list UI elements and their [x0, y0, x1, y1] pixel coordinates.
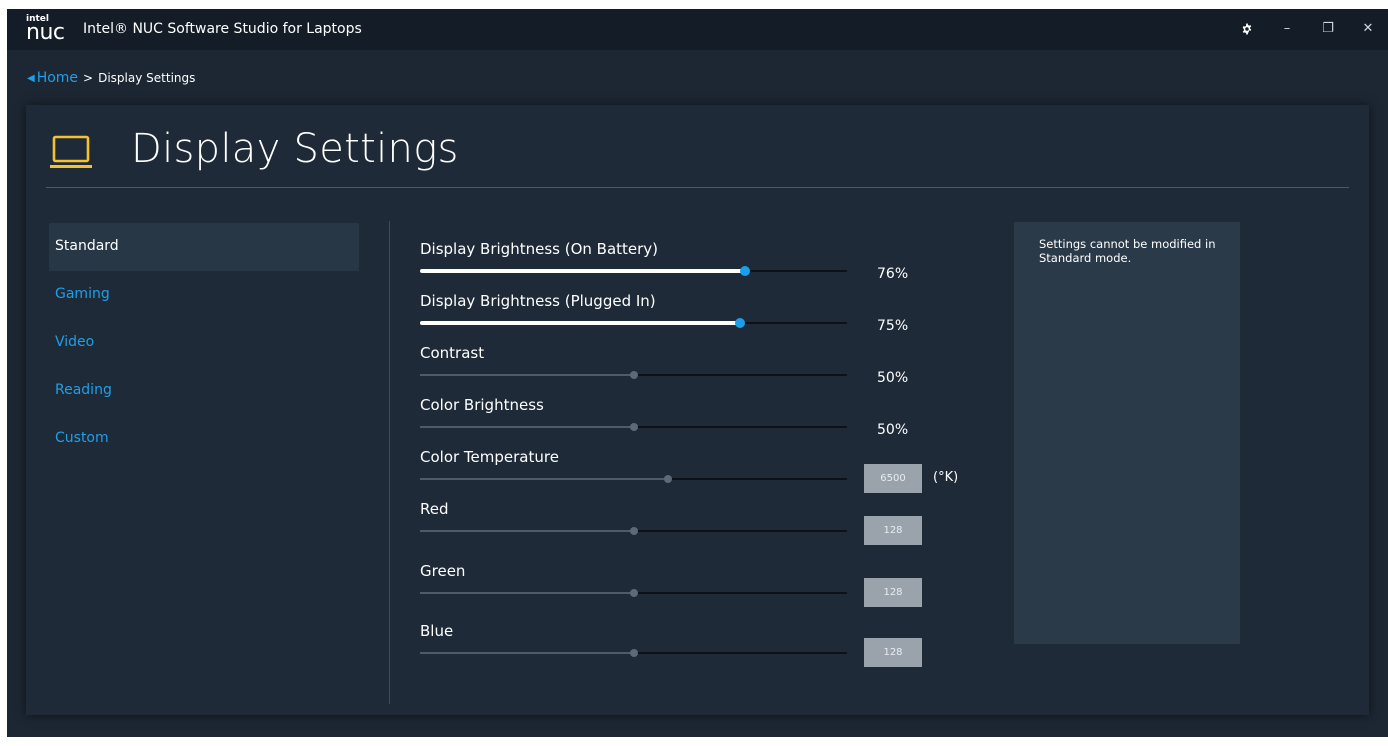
mode-item-gaming[interactable]: Gaming	[49, 271, 359, 319]
intel-nuc-logo: intel nuc	[26, 13, 72, 47]
breadcrumb-current: Display Settings	[98, 71, 196, 85]
red-slider	[420, 527, 847, 535]
display-brightness-plugged-in-slider[interactable]	[420, 318, 847, 328]
mode-item-reading[interactable]: Reading	[49, 367, 359, 415]
display-brightness-on-battery-slider-fill	[420, 269, 745, 273]
app-title: Intel® NUC Software Studio for Laptops	[83, 21, 362, 37]
mode-item-video[interactable]: Video	[49, 319, 359, 367]
green-slider	[420, 589, 847, 597]
green-value-box: 128	[864, 578, 922, 607]
logo-nuc-text: nuc	[26, 20, 65, 45]
display-brightness-plugged-in-label: Display Brightness (Plugged In)	[420, 292, 656, 310]
display-brightness-on-battery-value: 76%	[877, 266, 909, 282]
blue-slider-thumb	[630, 649, 638, 657]
minimize-button[interactable]: –	[1274, 17, 1300, 41]
color-temperature-slider-thumb	[664, 475, 672, 483]
contrast-slider	[420, 371, 847, 379]
mode-item-standard[interactable]: Standard	[49, 223, 359, 271]
display-brightness-on-battery-label: Display Brightness (On Battery)	[420, 240, 659, 258]
title-divider	[46, 187, 1349, 188]
restore-button[interactable]: ❐	[1315, 17, 1341, 41]
mode-item-custom[interactable]: Custom	[49, 415, 359, 463]
gear-icon	[1242, 23, 1252, 35]
color-brightness-slider-fill	[420, 426, 634, 428]
close-button[interactable]: ✕	[1355, 17, 1381, 41]
color-temperature-slider	[420, 475, 847, 483]
color-temperature-slider-fill	[420, 478, 668, 480]
red-value-box: 128	[864, 516, 922, 545]
info-box: Settings cannot be modified in Standard …	[1014, 222, 1240, 644]
color-temperature-label: Color Temperature	[420, 448, 559, 466]
breadcrumb: ◀ Home > Display Settings	[27, 70, 195, 86]
color-temperature-value-box: 6500	[864, 464, 922, 493]
red-slider-thumb	[630, 527, 638, 535]
display-brightness-plugged-in-slider-thumb[interactable]	[735, 318, 745, 328]
display-brightness-on-battery-slider[interactable]	[420, 266, 847, 276]
page-title: Display Settings	[131, 126, 459, 172]
color-brightness-slider-thumb	[630, 423, 638, 431]
column-divider	[389, 221, 390, 704]
breadcrumb-home-link[interactable]: Home	[37, 70, 78, 86]
contrast-slider-thumb	[630, 371, 638, 379]
color-temperature-unit: (°K)	[933, 470, 959, 485]
display-brightness-plugged-in-slider-fill	[420, 321, 740, 325]
green-slider-thumb	[630, 589, 638, 597]
breadcrumb-separator: >	[83, 71, 94, 85]
display-brightness-plugged-in-value: 75%	[877, 318, 909, 334]
green-label: Green	[420, 562, 466, 580]
blue-slider-fill	[420, 652, 634, 654]
settings-button[interactable]	[1234, 17, 1260, 41]
green-slider-fill	[420, 592, 634, 594]
contrast-label: Contrast	[420, 344, 485, 362]
title-bar: intel nuc Intel® NUC Software Studio for…	[7, 9, 1388, 50]
color-brightness-slider	[420, 423, 847, 431]
info-text: Settings cannot be modified in Standard …	[1039, 237, 1216, 265]
mode-list: Standard Gaming Video Reading Custom	[49, 223, 359, 463]
contrast-slider-fill	[420, 374, 634, 376]
blue-label: Blue	[420, 622, 454, 640]
back-caret-icon[interactable]: ◀	[27, 73, 35, 84]
display-brightness-on-battery-slider-thumb[interactable]	[740, 266, 750, 276]
app-window: intel nuc Intel® NUC Software Studio for…	[7, 9, 1388, 737]
laptop-icon	[50, 135, 92, 168]
color-brightness-label: Color Brightness	[420, 396, 544, 414]
contrast-value: 50%	[877, 370, 909, 386]
red-slider-fill	[420, 530, 634, 532]
red-label: Red	[420, 500, 449, 518]
blue-value-box: 128	[864, 638, 922, 667]
display-settings-panel: Display Settings Standard Gaming Video Read…	[26, 105, 1369, 715]
blue-slider	[420, 649, 847, 657]
color-brightness-value: 50%	[877, 422, 909, 438]
